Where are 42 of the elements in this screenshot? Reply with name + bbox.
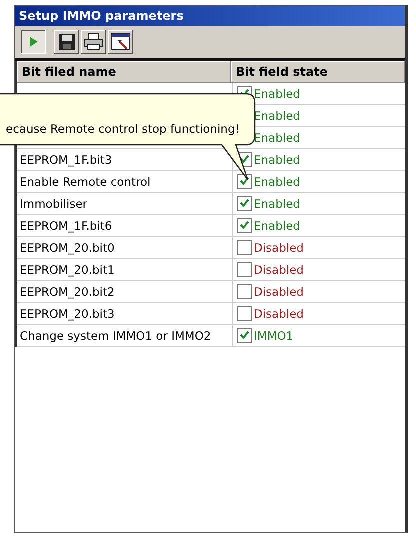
state-label: Enabled <box>254 86 300 100</box>
checkbox[interactable] <box>237 174 252 189</box>
state-label: Enabled <box>254 130 300 144</box>
state-label: Enabled <box>254 174 300 188</box>
state-label: Disabled <box>254 240 304 254</box>
window-title: Setup IMMO parameters <box>15 6 405 26</box>
hammer-window-icon <box>110 33 130 51</box>
table-cell: EEPROM_20.bit0 <box>20 240 115 254</box>
state-label: Disabled <box>254 262 304 276</box>
checkbox[interactable] <box>237 306 252 321</box>
checkbox[interactable] <box>237 262 252 277</box>
column-header[interactable]: Bit field state <box>231 61 405 83</box>
tooltip-text: ecause Remote control stop functioning! <box>6 122 240 136</box>
table-cell: Change system IMMO1 or IMMO2 <box>20 328 212 342</box>
state-label: Disabled <box>254 306 304 320</box>
check-icon <box>239 220 250 231</box>
check-icon <box>239 154 250 165</box>
state-label: Disabled <box>254 284 304 298</box>
check-icon <box>239 198 250 209</box>
table-cell: EEPROM_20.bit2 <box>20 284 115 298</box>
checkbox[interactable] <box>237 196 252 211</box>
state-label: IMMO1 <box>254 328 294 342</box>
checkbox[interactable] <box>237 218 252 233</box>
table-cell: EEPROM_1F.bit6 <box>20 218 112 232</box>
play-icon <box>28 36 38 48</box>
state-label: Enabled <box>254 108 300 122</box>
check-icon <box>239 176 250 187</box>
printer-icon <box>84 33 104 51</box>
table-cell: EEPROM_20.bit1 <box>20 262 115 276</box>
table-cell: EEPROM_20.bit3 <box>20 306 115 320</box>
state-label: Enabled <box>254 152 300 166</box>
toolbar-button[interactable] <box>21 30 46 54</box>
table-cell: EEPROM_1F.bit3 <box>20 152 112 166</box>
check-icon <box>239 330 250 341</box>
table-cell: Enable Remote control <box>20 174 151 188</box>
checkbox[interactable] <box>237 240 252 255</box>
checkbox[interactable] <box>237 328 252 343</box>
checkbox[interactable] <box>237 284 252 299</box>
state-label: Enabled <box>254 218 300 232</box>
column-header[interactable]: Bit filed name <box>17 61 231 83</box>
table-cell: Immobiliser <box>20 196 88 210</box>
state-label: Enabled <box>254 196 300 210</box>
